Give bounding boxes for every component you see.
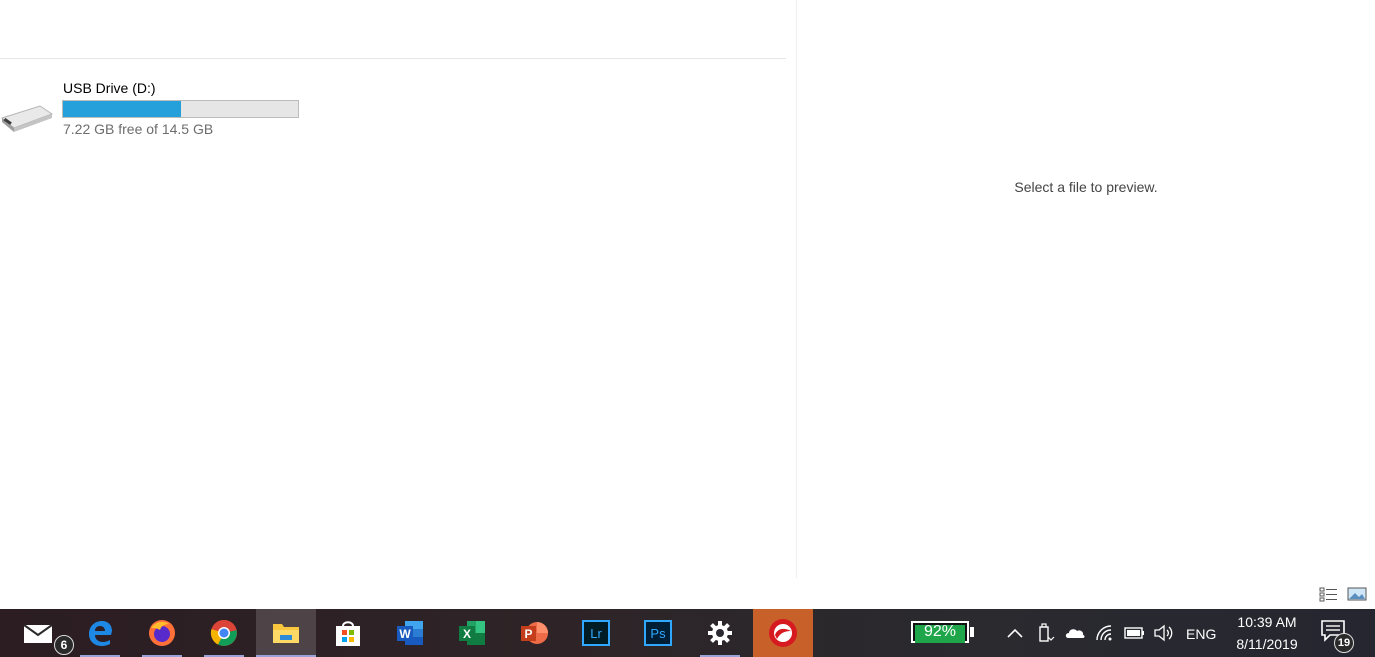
drive-usb-d[interactable]: USB Drive (D:) 7.22 GB free of 14.5 GB <box>0 78 310 140</box>
file-explorer-content: USB Drive (D:) 7.22 GB free of 14.5 GB <box>0 0 796 578</box>
lightroom-icon: Lr <box>582 620 610 646</box>
pane-divider <box>796 0 797 578</box>
view-switcher <box>1318 585 1368 603</box>
word-icon: W <box>397 621 423 645</box>
mail-icon <box>23 624 53 643</box>
drive-name: USB Drive (D:) <box>63 80 156 96</box>
firefox-icon <box>149 620 175 646</box>
battery-nub <box>970 627 974 637</box>
taskbar-app-store[interactable] <box>318 609 378 657</box>
gear-icon <box>708 621 732 645</box>
edge-icon <box>89 621 112 646</box>
taskbar-app-file-explorer[interactable] <box>256 609 316 657</box>
drive-free-space: 7.22 GB free of 14.5 GB <box>63 121 214 137</box>
language-indicator[interactable]: ENG <box>1186 626 1216 642</box>
folder-icon <box>273 624 299 643</box>
preview-message: Select a file to preview. <box>1014 179 1158 195</box>
drive-icon <box>0 105 54 132</box>
usb-eject-icon[interactable] <box>1034 623 1056 643</box>
chrome-icon <box>210 620 237 646</box>
taskbar-app-trend-micro[interactable] <box>753 609 813 657</box>
drive-usage-bar <box>62 100 299 118</box>
taskbar-app-word[interactable]: W <box>380 609 440 657</box>
taskbar-app-firefox[interactable] <box>132 609 192 657</box>
volume-icon[interactable] <box>1153 623 1175 643</box>
action-center-button[interactable]: 19 <box>1320 619 1360 653</box>
clock-date[interactable]: 8/11/2019 <box>1226 636 1308 652</box>
word-letter: W <box>399 627 411 641</box>
notification-badge: 19 <box>1334 633 1354 653</box>
taskbar-app-excel[interactable]: X <box>442 609 502 657</box>
clock-time[interactable]: 10:39 AM <box>1226 614 1308 630</box>
taskbar: 6 W X P Lr Ps 92% ENG 10:39 AM 8/11/2019… <box>0 609 1375 657</box>
taskbar-app-lightroom[interactable]: Lr <box>566 609 626 657</box>
battery-icon[interactable] <box>1124 623 1146 643</box>
photoshop-icon: Ps <box>644 620 672 646</box>
taskbar-app-powerpoint[interactable]: P <box>504 609 564 657</box>
large-icons-view-icon[interactable] <box>1347 585 1367 603</box>
drive-usage-fill <box>63 101 181 117</box>
taskbar-app-photoshop[interactable]: Ps <box>628 609 688 657</box>
details-view-icon[interactable] <box>1318 585 1338 603</box>
taskbar-app-chrome[interactable] <box>194 609 254 657</box>
taskbar-app-settings[interactable] <box>690 609 750 657</box>
trend-micro-icon <box>769 619 797 647</box>
taskbar-app-mail[interactable]: 6 <box>8 609 74 657</box>
powerpoint-letter: P <box>524 627 532 641</box>
battery-widget[interactable]: 92% <box>911 621 974 645</box>
excel-letter: X <box>463 627 471 641</box>
store-icon <box>336 621 360 646</box>
chevron-up-icon[interactable] <box>1004 623 1026 643</box>
divider <box>0 58 786 59</box>
onedrive-icon[interactable] <box>1064 623 1086 643</box>
photoshop-letters: Ps <box>650 626 666 641</box>
wifi-icon[interactable] <box>1094 623 1116 643</box>
lightroom-letters: Lr <box>590 626 602 641</box>
powerpoint-icon: P <box>521 622 548 644</box>
battery-percent: 92% <box>923 623 957 640</box>
excel-icon: X <box>459 621 485 645</box>
taskbar-app-edge[interactable] <box>70 609 130 657</box>
